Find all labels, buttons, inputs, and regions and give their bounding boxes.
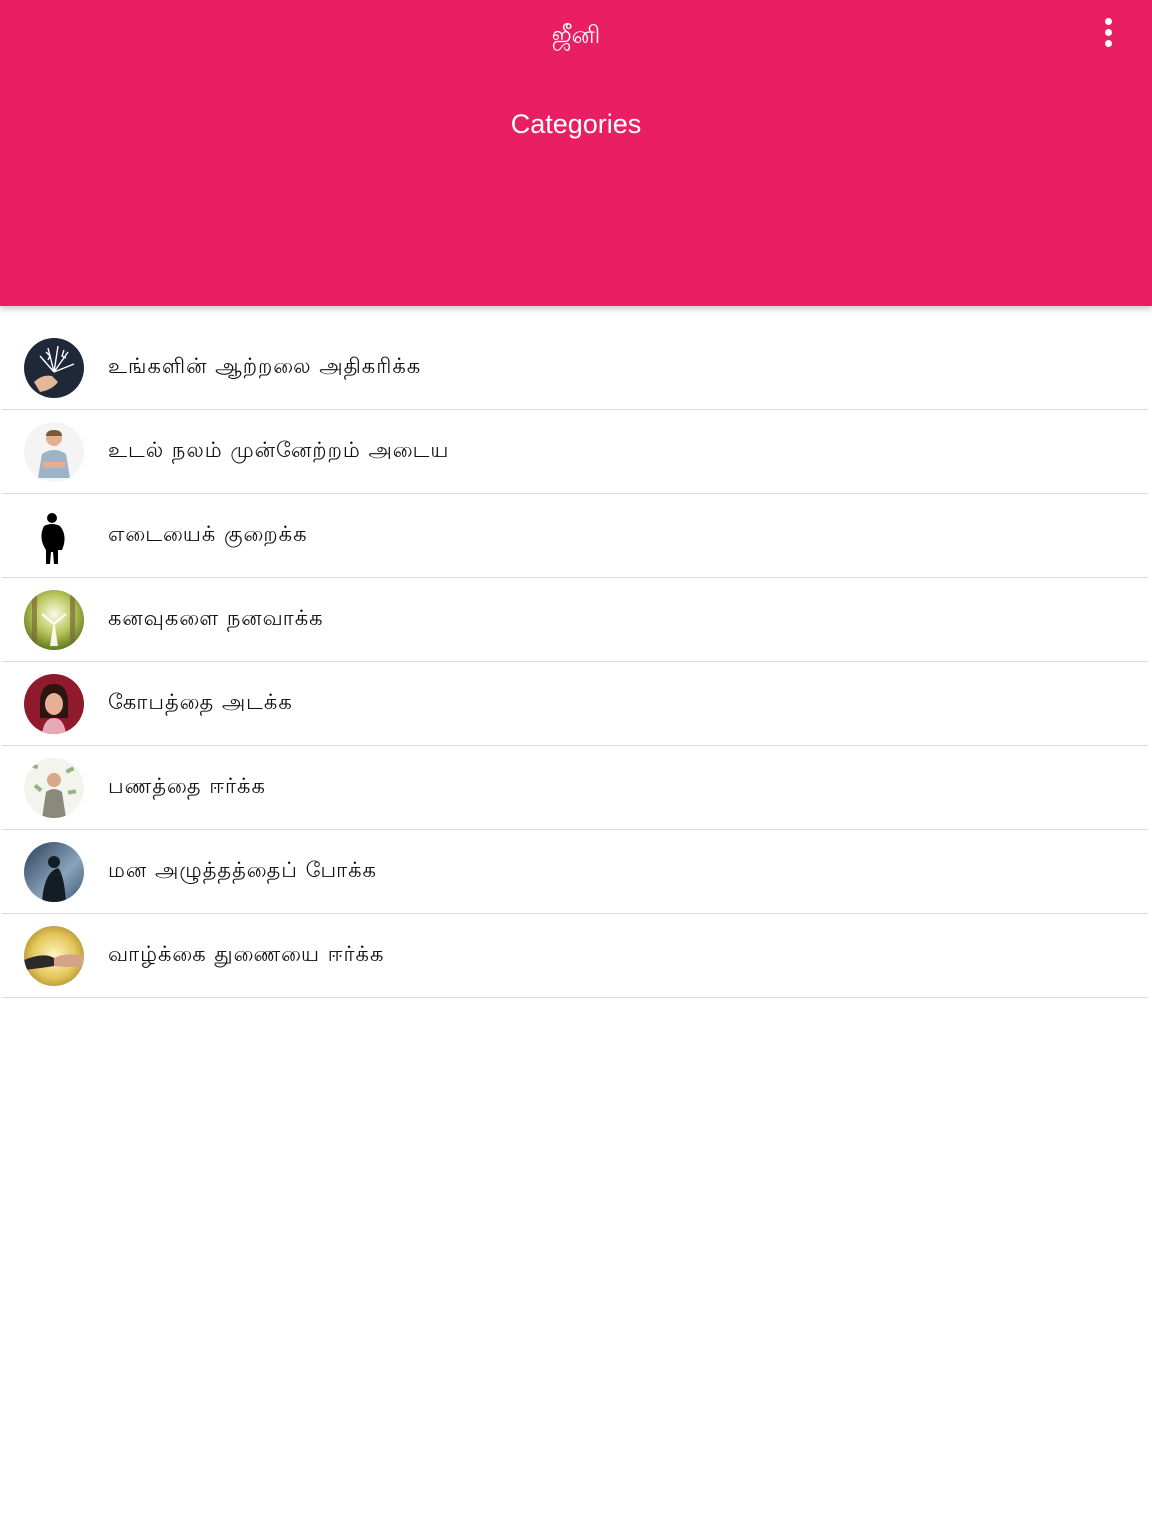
list-item-label: பணத்தை ஈர்க்க xyxy=(108,774,266,798)
holding-hands-icon xyxy=(24,925,84,986)
list-item-label: வாழ்க்கை துணையை ஈர்க்க xyxy=(108,942,385,966)
list-item[interactable]: உடல் நலம் முன்னேற்றம் அடைய xyxy=(2,410,1148,494)
more-vert-icon[interactable] xyxy=(1090,14,1126,50)
money-rain-icon xyxy=(24,757,84,818)
list-item-label: எடையைக் குறைக்க xyxy=(108,522,308,546)
app-title: ஜீனி xyxy=(551,21,601,49)
list-item-label: கனவுகளை நனவாக்க xyxy=(108,606,324,630)
list-item-label: மன அழுத்தத்தைப் போக்க xyxy=(108,858,377,882)
list-item[interactable]: மன அழுத்தத்தைப் போக்க xyxy=(2,830,1148,914)
angry-girl-icon xyxy=(24,673,84,734)
fit-man-icon xyxy=(24,421,84,482)
stressed-person-icon xyxy=(24,841,84,902)
list-item[interactable]: உங்களின் ஆற்றலை அதிகரிக்க xyxy=(2,326,1148,410)
list-item[interactable]: வாழ்க்கை துணையை ஈர்க்க xyxy=(2,914,1148,998)
list-item[interactable]: கோபத்தை அடக்க xyxy=(2,662,1148,746)
category-list: உங்களின் ஆற்றலை அதிகரிக்க உடல் நலம் முன்… xyxy=(2,326,1148,998)
list-item[interactable]: பணத்தை ஈர்க்க xyxy=(2,746,1148,830)
dream-forest-icon xyxy=(24,589,84,650)
list-item-label: உடல் நலம் முன்னேற்றம் அடைய xyxy=(108,438,450,462)
weight-silhouette-icon xyxy=(24,505,84,566)
page-title: Categories xyxy=(510,109,642,139)
app-bar: ஜீனி Categories xyxy=(0,0,1152,306)
list-item[interactable]: கனவுகளை நனவாக்க xyxy=(2,578,1148,662)
list-item-label: கோபத்தை அடக்க xyxy=(108,690,293,714)
list-item-label: உங்களின் ஆற்றலை அதிகரிக்க xyxy=(108,354,422,378)
energy-hand-icon xyxy=(24,337,84,398)
list-item[interactable]: எடையைக் குறைக்க xyxy=(2,494,1148,578)
